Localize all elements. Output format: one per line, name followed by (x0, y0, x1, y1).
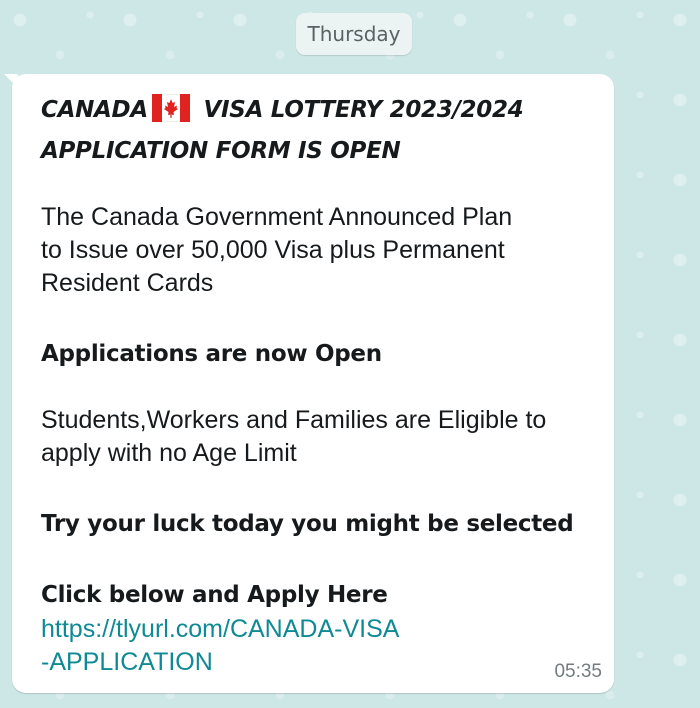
paragraph2-line-1: Students,Workers and Families are Eligib… (41, 406, 547, 434)
paragraph2-line-2: apply with no Age Limit (41, 439, 297, 467)
headline-country: CANADA (41, 97, 148, 123)
message-timestamp: 05:35 (554, 661, 602, 682)
headline-visa-lottery: VISA LOTTERY 2023/2024 (203, 97, 524, 123)
try-luck-text: Try your luck today you might be selecte… (41, 511, 574, 537)
date-separator-chip: Thursday (296, 13, 412, 55)
application-link-line-1[interactable]: https://tlyurl.com/CANADA-VISA (41, 615, 399, 644)
headline-line-2: APPLICATION FORM IS OPEN (41, 138, 401, 164)
headline-line-1: CANADA VISA LOTTERY 2023/2024 (41, 93, 524, 128)
application-link-line-2[interactable]: -APPLICATION (41, 648, 213, 677)
paragraph1-line-1: The Canada Government Announced Plan (41, 203, 513, 231)
paragraph1-line-3: Resident Cards (41, 269, 214, 297)
click-below-text: Click below and Apply Here (41, 582, 388, 608)
message-bubble[interactable]: CANADA VISA LOTTERY 2023/2024 APPLICATIO… (4, 74, 614, 693)
applications-open-text: Applications are now Open (41, 341, 382, 367)
canada-flag-icon (151, 93, 191, 128)
date-label: Thursday (307, 22, 401, 46)
paragraph1-line-2: to Issue over 50,000 Visa plus Permanent (41, 236, 505, 264)
